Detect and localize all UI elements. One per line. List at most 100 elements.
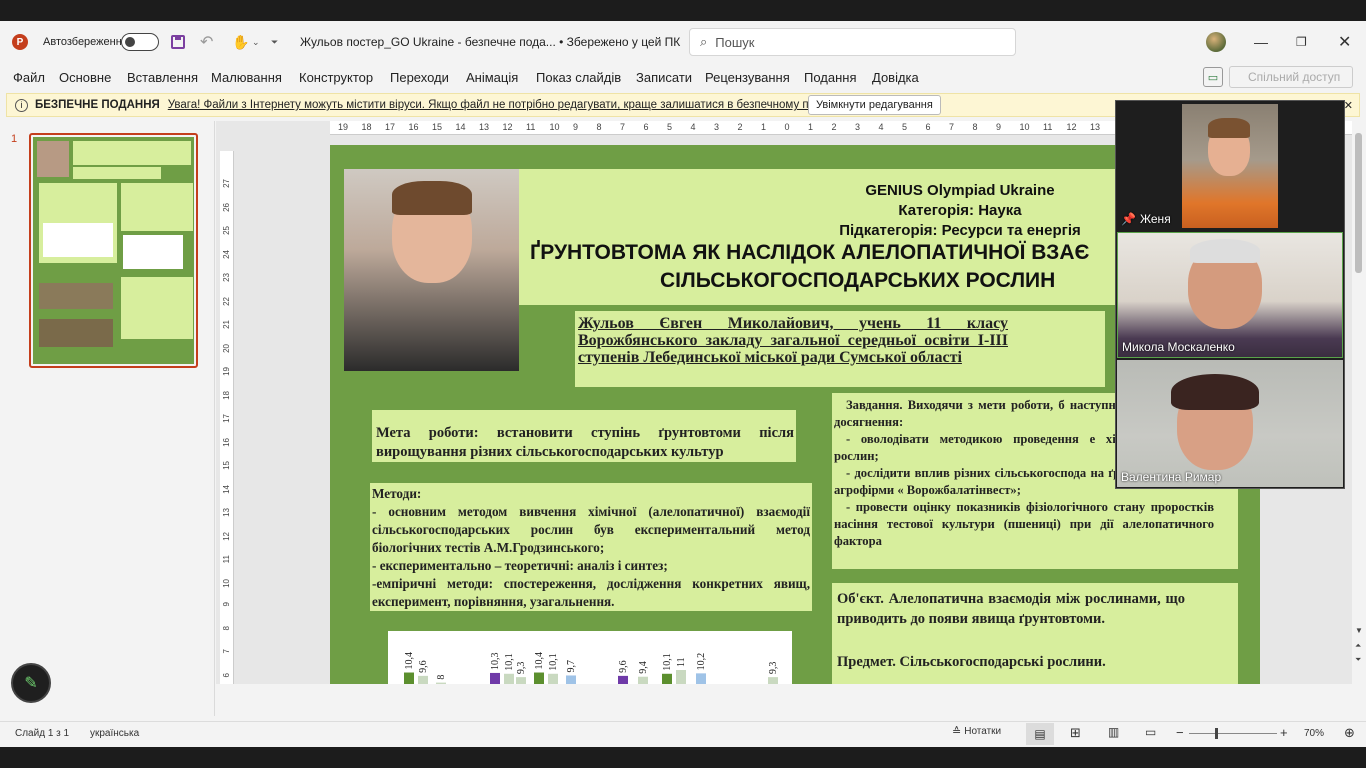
minimize-icon[interactable]: — bbox=[1254, 21, 1268, 63]
ruler-tick: 12 bbox=[502, 122, 513, 132]
document-title: Жульов постер_GO Ukraine - безпечне пода… bbox=[300, 35, 681, 49]
chart-data-label: 9,3 bbox=[768, 662, 779, 675]
chart-bar bbox=[404, 672, 414, 684]
tab-help[interactable]: Довідка bbox=[872, 70, 919, 85]
autosave-toggle[interactable] bbox=[121, 21, 159, 63]
share-button[interactable]: Спільний доступ bbox=[1229, 66, 1353, 88]
method-line: -емпіричні методи: спостереження, дослід… bbox=[372, 576, 810, 609]
ruler-tick: 19 bbox=[338, 122, 349, 132]
scrollbar-thumb[interactable] bbox=[1355, 133, 1362, 273]
account-avatar[interactable] bbox=[1206, 21, 1226, 63]
ruler-tick: 3 bbox=[714, 122, 720, 132]
chart-bar bbox=[418, 675, 428, 684]
chart-bar bbox=[696, 673, 706, 684]
ruler-tick: 7 bbox=[222, 649, 231, 654]
video-hair bbox=[1208, 118, 1250, 138]
undo-icon[interactable]: ↶ bbox=[200, 21, 213, 63]
autosave-label: Автозбереження bbox=[43, 36, 128, 48]
save-icon[interactable] bbox=[171, 21, 185, 63]
tab-design[interactable]: Конструктор bbox=[299, 70, 373, 85]
zoom-out-icon[interactable]: − bbox=[1176, 725, 1184, 740]
notes-button[interactable]: ≙ Нотатки bbox=[952, 725, 1001, 738]
fit-to-window-icon[interactable]: ⊕ bbox=[1344, 725, 1355, 741]
share-label: Спільний доступ bbox=[1248, 70, 1341, 84]
comments-icon[interactable]: ▭ bbox=[1203, 67, 1223, 87]
thumb-photos bbox=[39, 283, 113, 309]
chart-bar bbox=[662, 673, 672, 684]
scroll-down-icon[interactable]: ▼ bbox=[1355, 626, 1363, 635]
ruler-tick: 24 bbox=[222, 249, 231, 259]
chevron-down-icon[interactable]: ⌄ bbox=[252, 21, 260, 63]
restore-icon[interactable]: ❐ bbox=[1296, 21, 1307, 63]
zoom-slider[interactable] bbox=[1189, 728, 1277, 739]
methods-text: Методи: - основним методом вивчення хімі… bbox=[372, 485, 810, 611]
normal-view-button[interactable]: ▤ bbox=[1026, 723, 1054, 745]
thumbnail-preview bbox=[33, 137, 194, 364]
tab-review[interactable]: Рецензування bbox=[705, 70, 790, 85]
chart-bar bbox=[676, 670, 686, 684]
chart-data-label: 10,1 bbox=[662, 653, 673, 671]
vertical-ruler: 27 26 25 24 23 22 21 20 19 18 17 16 15 14 13 12 11 10 9 8 7 6 bbox=[220, 151, 234, 684]
ruler-tick: 10 bbox=[549, 122, 560, 132]
ruler-tick: 4 bbox=[878, 122, 884, 132]
ruler-tick: 18 bbox=[361, 122, 372, 132]
vertical-scrollbar[interactable]: ▼ ⏶ ⏷ bbox=[1352, 121, 1366, 684]
tab-record[interactable]: Записати bbox=[636, 70, 692, 85]
enable-editing-button[interactable]: Увімкнути редагування bbox=[808, 95, 941, 115]
tab-file[interactable]: Файл bbox=[13, 70, 45, 85]
ruler-tick: 9 bbox=[573, 122, 579, 132]
chart-bar bbox=[566, 675, 576, 684]
tab-animations[interactable]: Анімація bbox=[466, 70, 518, 85]
ruler-tick: 0 bbox=[784, 122, 790, 132]
tab-slideshow[interactable]: Показ слайдів bbox=[536, 70, 621, 85]
ruler-tick: 25 bbox=[222, 226, 231, 235]
ruler-tick: 16 bbox=[222, 437, 231, 447]
ruler-tick: 7 bbox=[620, 122, 626, 132]
ruler-tick: 6 bbox=[643, 122, 649, 132]
ruler-tick: 27 bbox=[222, 179, 231, 188]
protected-view-title: БЕЗПЕЧНЕ ПОДАННЯ bbox=[35, 99, 160, 111]
tab-draw[interactable]: Малювання bbox=[211, 70, 282, 85]
tab-home[interactable]: Основне bbox=[59, 70, 111, 85]
ruler-tick: 11 bbox=[526, 122, 536, 132]
prev-slide-icon[interactable]: ⏶ bbox=[1355, 641, 1361, 651]
video-tile-zhenia[interactable]: 📌 Женя bbox=[1117, 102, 1343, 229]
ruler-tick: 13 bbox=[1090, 122, 1101, 132]
touch-mode-icon[interactable]: ✋ bbox=[232, 21, 249, 63]
video-tile-valentyna[interactable]: Валентина Римар bbox=[1117, 360, 1343, 487]
chart-data-label: 9,7 bbox=[566, 660, 577, 673]
ruler-tick: 4 bbox=[690, 122, 696, 132]
tab-insert[interactable]: Вставлення bbox=[127, 70, 198, 85]
zoom-level[interactable]: 70% bbox=[1304, 728, 1324, 739]
thumb-number: 1 bbox=[11, 133, 18, 145]
chart-data-label: 9,6 bbox=[418, 660, 429, 673]
close-icon[interactable]: ✕ bbox=[1338, 21, 1351, 63]
ribbon-tabs: Файл Основне Вставлення Малювання Констр… bbox=[0, 63, 1366, 93]
next-slide-icon[interactable]: ⏷ bbox=[1355, 655, 1361, 665]
ruler-tick: 10 bbox=[222, 578, 231, 588]
reading-view-button[interactable]: ▥ bbox=[1108, 725, 1119, 739]
tab-transitions[interactable]: Переходи bbox=[390, 70, 449, 85]
zoom-in-icon[interactable]: + bbox=[1280, 725, 1288, 740]
chart-bar bbox=[534, 672, 544, 684]
ruler-tick: 7 bbox=[949, 122, 955, 132]
zoom-slider-thumb[interactable] bbox=[1215, 728, 1218, 739]
chart-bar bbox=[504, 673, 514, 684]
close-bar-icon[interactable]: ✕ bbox=[1344, 99, 1353, 112]
thumb-author bbox=[73, 167, 161, 179]
slide-sorter-button[interactable]: ⊞ bbox=[1070, 725, 1081, 741]
slideshow-button[interactable]: ▭ bbox=[1145, 725, 1156, 739]
slide-thumbnail[interactable] bbox=[29, 133, 198, 368]
language[interactable]: українська bbox=[90, 728, 139, 739]
customize-toolbar-icon[interactable]: ⏷ bbox=[271, 21, 278, 63]
ruler-tick: 17 bbox=[385, 122, 396, 132]
ruler-tick: 14 bbox=[222, 484, 231, 494]
header-text: GENIUS Olympiad Ukraine Категорія: Наука… bbox=[760, 181, 1160, 241]
draw-pen-button[interactable]: ✎ bbox=[11, 663, 51, 703]
ruler-tick: 3 bbox=[855, 122, 861, 132]
ruler-tick: 8 bbox=[596, 122, 602, 132]
chart-data-label: 10,3 bbox=[490, 652, 501, 670]
video-tile-mykola[interactable]: Микола Москаленко bbox=[1117, 232, 1343, 358]
search-box[interactable]: ⌕ Пошук bbox=[689, 28, 1016, 56]
tab-view[interactable]: Подання bbox=[804, 70, 857, 85]
